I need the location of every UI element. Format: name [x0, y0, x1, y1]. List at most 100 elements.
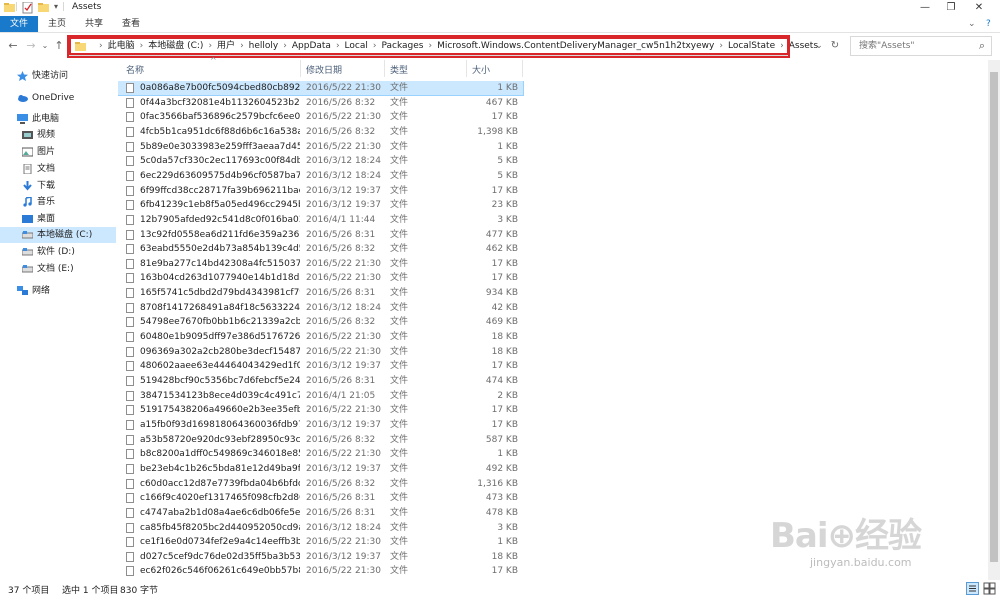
tab-view[interactable]: 查看 [114, 16, 148, 32]
column-header-name[interactable]: 名称 [126, 63, 144, 76]
file-icon [126, 185, 134, 196]
nav-item[interactable]: 图片 [0, 144, 116, 160]
file-name: ce1f16e0d0734fef2e9a4c14eeffb3b5f... [140, 537, 300, 548]
file-size: 1 KB [497, 141, 518, 152]
new-folder-icon[interactable] [38, 2, 49, 14]
details-view-icon[interactable] [966, 582, 979, 595]
nav-item[interactable]: 网络 [0, 283, 116, 299]
table-row[interactable]: 60480e1b9095dff97e386d51767261... 2016/5/… [118, 330, 538, 344]
file-type: 文件 [390, 346, 409, 357]
file-date: 2016/4/1 21:05 [306, 390, 376, 401]
file-date: 2016/5/22 21:30 [306, 141, 381, 152]
file-icon [126, 258, 134, 269]
search-input[interactable] [857, 40, 971, 52]
table-row[interactable]: 163b04cd263d1077940e14b1d18d5d... 2016/5/… [118, 271, 538, 285]
nav-item[interactable]: 此电脑 [0, 111, 116, 127]
nav-item[interactable]: 文档 (E:) [0, 261, 116, 277]
tab-home[interactable]: 主页 [40, 16, 74, 32]
tab-file[interactable]: 文件 [0, 16, 38, 32]
large-icons-view-icon[interactable] [983, 582, 996, 595]
table-row[interactable]: 519175438206a49660e2b3ee35efb46... 2016/5… [118, 403, 538, 417]
file-type: 文件 [390, 97, 409, 108]
file-size: 1 KB [497, 449, 518, 460]
table-row[interactable]: c60d0acc12d87e7739fbda04b6bfdc4... 2016/5… [118, 477, 538, 491]
file-icon [126, 200, 134, 211]
refresh-button[interactable]: ↻ [828, 39, 842, 53]
file-type: 文件 [390, 126, 409, 137]
search-icon[interactable]: ⌕ [979, 39, 985, 53]
nav-item[interactable]: 本地磁盘 (C:) [0, 227, 116, 243]
customize-toolbar-icon[interactable]: ▾ [54, 2, 58, 14]
table-row[interactable]: ca85fb45f8205bc2d440952050cd9ae... 2016/3… [118, 521, 538, 535]
close-button[interactable]: ✕ [966, 0, 992, 16]
table-row[interactable]: 165f5741c5dbd2d79bd4343981cf79b... 2016/5… [118, 286, 538, 300]
properties-icon[interactable] [22, 2, 33, 14]
nav-item[interactable]: 下载 [0, 178, 116, 194]
nav-item[interactable]: 视频 [0, 127, 116, 143]
recent-locations-button[interactable]: ⌄ [38, 39, 52, 53]
file-size: 17 KB [491, 185, 518, 196]
table-row[interactable]: 5c0da57cf330c2ec117693c00f84db36... 2016/… [118, 154, 538, 168]
table-row[interactable]: 38471534123b8ece4d039c4c491c734... 2016/4… [118, 389, 538, 403]
table-row[interactable]: 5b89e0e3033983e259fff3aeaa7d459e... 2016/… [118, 140, 538, 154]
back-button[interactable]: ← [6, 39, 20, 53]
table-row[interactable]: 4fcb5b1ca951dc6f88d6b6c16a538a9... 2016/5… [118, 125, 538, 139]
table-row[interactable]: 13c92fd0558ea6d211fd6e359a23602... 2016/5… [118, 228, 538, 242]
table-row[interactable]: 096369a302a2cb280be3decf154879a... 2016/5… [118, 345, 538, 359]
table-row[interactable]: c166f9c4020ef1317465f098cfb2d860... 2016/… [118, 491, 538, 505]
table-row[interactable]: be23eb4c1b26c5bda81e12d49ba9f5... 2016/3/… [118, 462, 538, 476]
table-row[interactable]: 12b7905afded92c541d8c0f016ba03c... 2016/4… [118, 213, 538, 227]
up-button[interactable]: ↑ [52, 39, 66, 53]
nav-item[interactable]: OneDrive [0, 90, 116, 106]
file-size: 17 KB [491, 112, 518, 123]
table-row[interactable]: 81e9ba277c14bd42308a4fc51503754... 2016/5… [118, 257, 538, 271]
scrollbar-thumb[interactable] [990, 72, 998, 562]
file-name: 165f5741c5dbd2d79bd4343981cf79b... [140, 288, 300, 299]
help-icon[interactable]: ? [978, 16, 999, 32]
table-row[interactable]: 0fac3566baf536896c2579bcfc6ee01a... 2016/… [118, 110, 538, 124]
nav-item[interactable]: 音乐 [0, 194, 116, 210]
nav-item-label: 视频 [37, 130, 56, 140]
table-row[interactable]: 480602aaee63e44464043429ed1f034... 2016/3… [118, 359, 538, 373]
nav-item[interactable]: 快速访问 [0, 68, 116, 84]
column-header-type[interactable]: 类型 [390, 63, 408, 76]
file-size: 17 KB [491, 566, 518, 577]
search-box[interactable]: ⌕ [850, 36, 992, 56]
table-row[interactable]: 0f44a3bcf32081e4b1132604523b2ab... 2016/5… [118, 96, 538, 110]
minimize-button[interactable]: — [912, 0, 938, 16]
table-row[interactable]: 6ec229d63609575d4b96cf0587ba760... 2016/3… [118, 169, 538, 183]
nav-item[interactable]: 文档 [0, 161, 116, 177]
file-type: 文件 [390, 141, 409, 152]
nav-item[interactable]: 桌面 [0, 211, 116, 227]
table-row[interactable]: ec62f026c546f06261c649e0bb57b8b... 2016/5… [118, 564, 538, 578]
tab-share[interactable]: 共享 [77, 16, 111, 32]
file-type: 文件 [390, 229, 409, 240]
maximize-button[interactable]: ❐ [938, 0, 964, 16]
table-row[interactable]: 54798ee7670fb0bb1b6c21339a2cb80... 2016/5… [118, 315, 538, 329]
table-row[interactable]: a53b58720e920dc93ebf28950c93c21... 2016/5… [118, 433, 538, 447]
column-header-size[interactable]: 大小 [472, 63, 490, 76]
table-row[interactable]: ce1f16e0d0734fef2e9a4c14eeffb3b5f... 2016… [118, 535, 538, 549]
table-row[interactable]: 519428bcf90c5356bc7d6febcf5e2488... 2016/… [118, 374, 538, 388]
table-row[interactable]: 6fb41239c1eb8f5a05ed496cc2945b6... 2016/3… [118, 198, 538, 212]
forward-button[interactable]: → [24, 39, 38, 53]
nav-item[interactable]: 软件 (D:) [0, 244, 116, 260]
table-row[interactable]: 0a086a8e7b00fc5094cbed80cb8928d... 2016/5… [118, 81, 524, 96]
table-row[interactable]: c4747aba2b1d08a4ae6c6db06fe5eac... 2016/5… [118, 506, 538, 520]
file-size: 42 KB [491, 302, 518, 313]
table-row[interactable]: 8708f1417268491a84f18c5633224847... 2016/… [118, 301, 538, 315]
file-size: 5 KB [497, 170, 518, 181]
table-row[interactable]: b8c8200a1dff0c549869c346018e8550... 2016/… [118, 447, 538, 461]
table-row[interactable]: 63eabd5550e2d4b73a854b139c4d5f... 2016/5/… [118, 242, 538, 256]
table-row[interactable]: 6f99ffcd38cc28717fa39b696211bae8... 2016/… [118, 184, 538, 198]
table-row[interactable]: d027c5cef9dc76de02d35ff5ba3b53e... 2016/3… [118, 550, 538, 564]
nav-item-label: 图片 [37, 147, 56, 157]
file-name: c60d0acc12d87e7739fbda04b6bfdc4... [140, 478, 300, 489]
download-arrow-icon [22, 181, 33, 191]
table-row[interactable]: a15fb0f93d169818064360036fdb970... 2016/3… [118, 418, 538, 432]
address-dropdown-button[interactable]: ⌄ [812, 39, 826, 53]
file-size: 18 KB [491, 346, 518, 357]
file-type: 文件 [390, 244, 409, 255]
folder-icon [4, 3, 15, 12]
column-header-date[interactable]: 修改日期 [306, 63, 342, 76]
